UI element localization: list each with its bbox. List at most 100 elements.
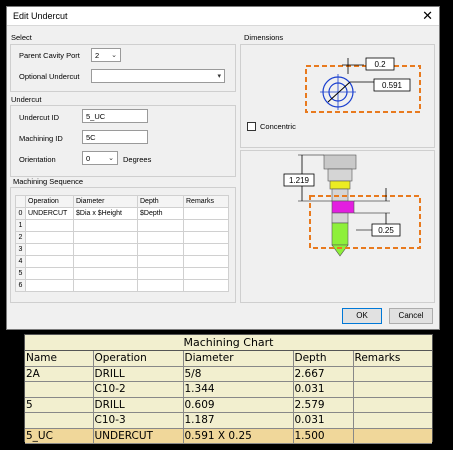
dialog-title: Edit Undercut [13, 11, 68, 21]
column-header[interactable]: Remarks [183, 195, 229, 208]
sequence-row[interactable]: 5 [15, 267, 229, 280]
dropdown-arrow-icon: ▾ [217, 73, 221, 80]
undercut-id-input[interactable]: 5_UC [82, 109, 148, 123]
dim-b-text: 0.591 [382, 81, 403, 90]
sequence-cell-remarks[interactable] [183, 279, 229, 292]
chart-cell-diameter: 0.591 X 0.25 [183, 428, 294, 444]
undercut-group-label: Undercut [11, 95, 42, 104]
sequence-row[interactable]: 2 [15, 231, 229, 244]
row-number: 0 [15, 207, 26, 220]
chart-cell-operation: C10-3 [93, 412, 184, 429]
row-number: 3 [15, 243, 26, 256]
row-number: 2 [15, 231, 26, 244]
sequence-cell-diameter[interactable] [73, 219, 138, 232]
chevron-down-icon: ⌄ [108, 155, 114, 162]
sequence-cell-diameter[interactable] [73, 279, 138, 292]
uc-height-text: 0.25 [378, 226, 394, 235]
chart-cell-depth: 0.031 [293, 412, 354, 429]
chart-cell-depth: 2.667 [293, 366, 354, 382]
chart-cell-depth: 0.031 [293, 381, 354, 398]
sequence-row[interactable]: 6 [15, 279, 229, 292]
optional-undercut-label: Optional Undercut [19, 72, 80, 81]
chart-row: 2A DRILL 5/8 2.667 [25, 366, 432, 382]
sequence-row[interactable]: 0 UNDERCUT $Dia x $Height $Depth [15, 207, 229, 220]
chart-cell-name: 2A [25, 366, 94, 382]
row-number: 5 [15, 267, 26, 280]
row-number: 4 [15, 255, 26, 268]
orientation-label: Orientation [19, 155, 56, 164]
sequence-cell-operation[interactable] [25, 279, 74, 292]
dim-a-text: 0.2 [374, 60, 386, 69]
sequence-cell-operation[interactable] [25, 231, 74, 244]
sequence-cell-depth[interactable] [137, 243, 184, 256]
sequence-cell-diameter[interactable] [73, 243, 138, 256]
sequence-cell-diameter[interactable] [73, 231, 138, 244]
sequence-cell-operation[interactable]: UNDERCUT [25, 207, 74, 220]
chart-row: C10-3 1.187 0.031 [25, 412, 432, 429]
sequence-cell-operation[interactable] [25, 255, 74, 268]
sequence-cell-diameter[interactable]: $Dia x $Height [73, 207, 138, 220]
tool-head [323, 154, 357, 170]
chart-row: 5 DRILL 0.609 2.579 [25, 397, 432, 413]
drill-tip [331, 244, 349, 257]
sequence-cell-diameter[interactable] [73, 267, 138, 280]
cancel-button[interactable]: Cancel [389, 308, 433, 324]
optional-undercut-select[interactable]: ▾ [91, 69, 225, 83]
column-header[interactable]: Depth [137, 195, 184, 208]
select-group-label: Select [11, 33, 32, 42]
sequence-cell-remarks[interactable] [183, 243, 229, 256]
orientation-select[interactable]: 0 ⌄ [82, 151, 118, 165]
chart-column-header: Diameter [183, 351, 294, 367]
sequence-row[interactable]: 3 [15, 243, 229, 256]
chart-cell-remarks [353, 366, 432, 382]
machining-id-value: 5C [86, 133, 96, 142]
dimensions-group-label: Dimensions [244, 33, 284, 42]
close-icon[interactable]: ✕ [422, 8, 433, 24]
concentric-label: Concentric [260, 122, 296, 131]
chart-column-header: Operation [93, 351, 184, 367]
sequence-cell-diameter[interactable] [73, 255, 138, 268]
machining-chart: Machining Chart Name Operation Diameter … [24, 334, 433, 444]
machining-chart-header: Name Operation Diameter Depth Remarks [25, 351, 432, 367]
sequence-cell-operation[interactable] [25, 243, 74, 256]
sequence-cell-remarks[interactable] [183, 255, 229, 268]
chart-cell-depth: 2.579 [293, 397, 354, 413]
sequence-cell-depth[interactable]: $Depth [137, 207, 184, 220]
sequence-cell-operation[interactable] [25, 219, 74, 232]
chart-cell-name: 5 [25, 397, 94, 413]
sequence-cell-remarks[interactable] [183, 267, 229, 280]
chart-cell-diameter: 1.187 [183, 412, 294, 429]
chart-cell-diameter: 1.344 [183, 381, 294, 398]
undercut-id-value: 5_UC [86, 112, 106, 121]
parent-cavity-port-label: Parent Cavity Port [19, 51, 80, 60]
ok-button[interactable]: OK [342, 308, 382, 324]
chart-cell-diameter: 0.609 [183, 397, 294, 413]
column-header[interactable]: Diameter [73, 195, 138, 208]
sequence-row[interactable]: 4 [15, 255, 229, 268]
chart-cell-remarks [353, 397, 432, 413]
grid-corner [15, 195, 26, 208]
chart-cell-name: 5_UC [25, 428, 94, 444]
chart-column-header: Remarks [353, 351, 432, 367]
chart-cell-name [25, 412, 94, 429]
machining-sequence-grid[interactable]: Operation Diameter Depth Remarks 0 UNDERC… [15, 195, 229, 292]
sequence-cell-remarks[interactable] [183, 219, 229, 232]
machining-id-label: Machining ID [19, 134, 63, 143]
sequence-cell-depth[interactable] [137, 219, 184, 232]
machining-id-input[interactable]: 5C [82, 130, 148, 144]
edit-undercut-dialog: Edit Undercut ✕ Select Parent Cavity Por… [6, 6, 440, 330]
sequence-cell-depth[interactable] [137, 279, 184, 292]
title-bar: Edit Undercut ✕ [7, 7, 439, 26]
sequence-cell-depth[interactable] [137, 231, 184, 244]
chart-cell-remarks [353, 412, 432, 429]
concentric-checkbox[interactable] [247, 122, 256, 131]
sequence-cell-remarks[interactable] [183, 207, 229, 220]
sequence-cell-remarks[interactable] [183, 231, 229, 244]
sequence-row[interactable]: 1 [15, 219, 229, 232]
column-header[interactable]: Operation [25, 195, 74, 208]
parent-cavity-port-select[interactable]: 2 ⌄ [91, 48, 121, 62]
sequence-cell-operation[interactable] [25, 267, 74, 280]
sequence-cell-depth[interactable] [137, 255, 184, 268]
machining-chart-title: Machining Chart [25, 335, 432, 351]
sequence-cell-depth[interactable] [137, 267, 184, 280]
